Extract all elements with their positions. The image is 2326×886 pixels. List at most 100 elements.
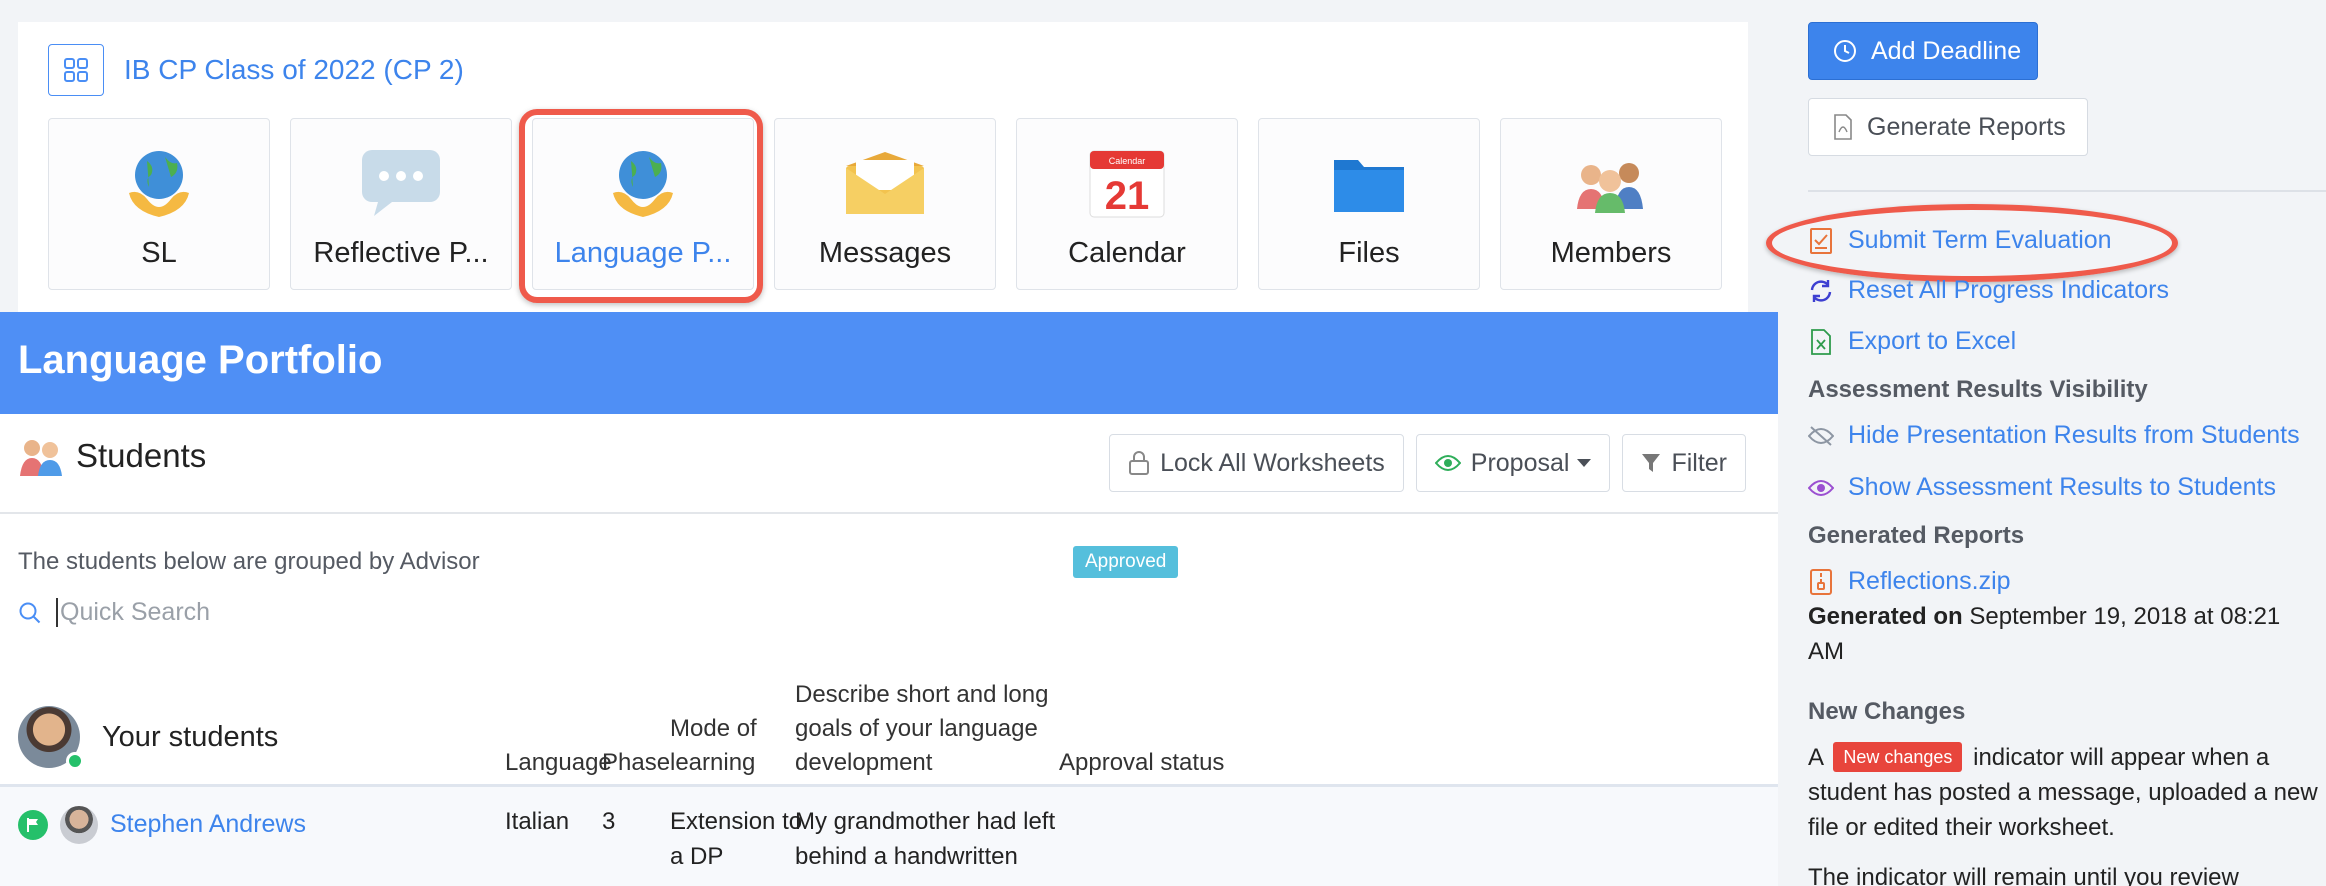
- refresh-icon: [1808, 278, 1834, 304]
- new-changes-heading: New Changes: [1808, 698, 1966, 725]
- student-name-link[interactable]: Stephen Andrews: [110, 810, 306, 839]
- tile-members[interactable]: Members: [1500, 118, 1722, 290]
- cell-language: Italian: [505, 808, 570, 835]
- divider: [0, 512, 1778, 514]
- search-input[interactable]: [56, 598, 656, 627]
- tile-label: Members: [1550, 237, 1672, 269]
- add-deadline-button[interactable]: Add Deadline: [1808, 22, 2038, 80]
- class-card: IB CP Class of 2022 (CP 2) SL Reflective…: [18, 22, 1748, 312]
- col-header-language[interactable]: Language: [505, 746, 612, 780]
- tile-label: Language P...: [554, 237, 732, 269]
- search-icon: [19, 602, 41, 623]
- globe-hands-icon: [598, 143, 688, 223]
- col-header-phase[interactable]: Phase: [602, 746, 670, 780]
- cell-mode-line: Extension to: [670, 808, 803, 835]
- cell-phase: 3: [602, 808, 616, 835]
- add-deadline-label: Add Deadline: [1871, 36, 2022, 65]
- class-header: IB CP Class of 2022 (CP 2): [48, 44, 464, 96]
- excel-file-icon: [1808, 328, 1834, 355]
- report-file-link[interactable]: Reflections.zip: [1808, 567, 2011, 596]
- lock-all-label: Lock All Worksheets: [1160, 448, 1385, 477]
- online-indicator: [66, 752, 84, 770]
- show-assessment-results-link[interactable]: Show Assessment Results to Students: [1808, 473, 2276, 502]
- cell-goals: My grandmother had left behind a handwri…: [795, 804, 1055, 874]
- tile-calendar[interactable]: Calendar 21 Calendar: [1016, 118, 1238, 290]
- students-title: Students: [76, 437, 207, 474]
- filter-button[interactable]: Filter: [1622, 434, 1746, 492]
- calendar-icon: Calendar 21: [1082, 143, 1172, 223]
- globe-hands-icon: [114, 143, 204, 223]
- submit-term-evaluation-link[interactable]: Submit Term Evaluation: [1766, 204, 2178, 282]
- show-assessment-label: Show Assessment Results to Students: [1848, 473, 2276, 501]
- generate-reports-button[interactable]: Generate Reports: [1808, 98, 2088, 156]
- generate-reports-label: Generate Reports: [1867, 112, 2066, 141]
- cell-goals-line: My grandmother had left: [795, 808, 1056, 835]
- module-tiles: SL Reflective P... Language P... Message…: [48, 109, 1742, 303]
- page-header-band: Language Portfolio: [0, 312, 1778, 414]
- tile-files[interactable]: Files: [1258, 118, 1480, 290]
- report-file-label: Reflections.zip: [1848, 567, 2011, 595]
- col-header-goals-line: goals of your language: [795, 715, 1038, 742]
- proposal-label: Proposal: [1470, 448, 1570, 477]
- right-sidebar: Add Deadline Generate Reports Submit Ter…: [1766, 0, 2326, 886]
- avatar: [18, 706, 84, 770]
- cell-goals-line: behind a handwritten: [795, 843, 1018, 870]
- tile-sl[interactable]: SL: [48, 118, 270, 290]
- grid-icon: [64, 58, 88, 82]
- nc-text: A: [1808, 744, 1823, 771]
- page-title: Language Portfolio: [18, 338, 383, 382]
- tile-label: Messages: [818, 237, 952, 269]
- folder-icon: [1324, 143, 1414, 223]
- tile-reflective[interactable]: Reflective P...: [290, 118, 512, 290]
- hide-presentation-label: Hide Presentation Results from Students: [1848, 421, 2300, 449]
- col-header-mode[interactable]: Mode of learning: [670, 712, 757, 780]
- tile-messages[interactable]: Messages: [774, 118, 996, 290]
- students-heading: Students: [18, 436, 206, 476]
- eye-slash-icon: [1808, 425, 1834, 447]
- submit-term-label: Submit Term Evaluation: [1848, 226, 2112, 254]
- tile-label: Calendar: [1068, 237, 1186, 269]
- new-changes-note: The indicator will remain until you revi…: [1808, 864, 2239, 886]
- caret-down-icon: [1577, 459, 1592, 467]
- flag-icon: [27, 818, 38, 832]
- tile-language-portfolio[interactable]: Language P...: [519, 109, 763, 303]
- apps-grid-button[interactable]: [48, 44, 104, 96]
- eye-icon: [1808, 479, 1834, 497]
- new-changes-badge: New changes: [1833, 742, 1963, 772]
- reset-progress-label: Reset All Progress Indicators: [1848, 276, 2169, 304]
- lock-all-worksheets-button[interactable]: Lock All Worksheets: [1109, 434, 1404, 492]
- flag-status[interactable]: [18, 810, 48, 840]
- col-header-goals[interactable]: Describe short and long goals of your la…: [795, 678, 1048, 780]
- generated-reports-heading: Generated Reports: [1808, 522, 2025, 549]
- status-badge: Approved: [1073, 546, 1179, 578]
- eye-icon: [1434, 454, 1461, 472]
- generated-on-text: Generated on September 19, 2018 at 08:21…: [1808, 599, 2318, 669]
- svg-text:21: 21: [1105, 174, 1150, 218]
- group-label: Your students: [102, 720, 279, 753]
- reset-progress-link[interactable]: Reset All Progress Indicators: [1808, 276, 2169, 305]
- col-header-mode-line: Mode of: [670, 715, 757, 742]
- tile-label: Files: [1338, 237, 1400, 269]
- speech-bubble-icon: [356, 143, 446, 223]
- students-icon: [20, 440, 62, 476]
- group-your-students: Your students: [18, 706, 279, 770]
- col-header-approval[interactable]: Approval status: [1059, 746, 1224, 780]
- grouped-by-text: The students below are grouped by Adviso…: [18, 548, 480, 575]
- export-excel-link[interactable]: Export to Excel: [1808, 327, 2016, 356]
- filter-label: Filter: [1671, 448, 1727, 477]
- proposal-dropdown[interactable]: Proposal: [1415, 434, 1611, 492]
- class-title[interactable]: IB CP Class of 2022 (CP 2): [124, 54, 464, 86]
- cell-mode-line: a DP: [670, 843, 724, 870]
- export-excel-label: Export to Excel: [1848, 327, 2017, 355]
- filter-icon: [1641, 452, 1661, 474]
- checklist-icon: [1808, 227, 1834, 254]
- col-header-mode-line: learning: [670, 749, 756, 776]
- avatar: [60, 806, 98, 844]
- svg-text:Calendar: Calendar: [1109, 156, 1146, 166]
- col-header-goals-line: Describe short and long: [795, 681, 1049, 708]
- tile-label: SL: [141, 237, 177, 269]
- cell-mode: Extension to a DP: [670, 804, 802, 874]
- quick-search: [18, 598, 656, 627]
- clock-icon: [1833, 39, 1857, 63]
- hide-presentation-results-link[interactable]: Hide Presentation Results from Students: [1808, 421, 2300, 450]
